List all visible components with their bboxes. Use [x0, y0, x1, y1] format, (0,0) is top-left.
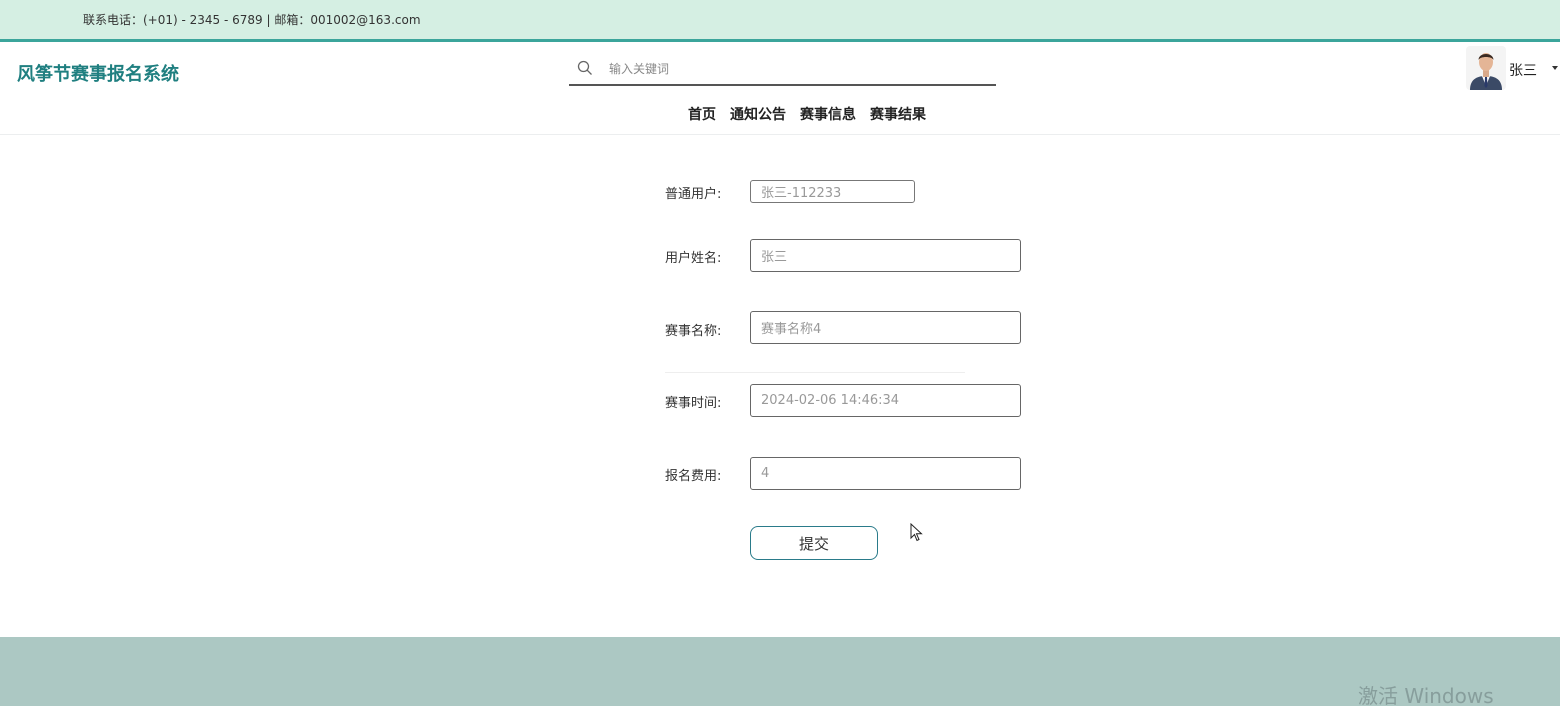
site-logo[interactable]: 风筝节赛事报名系统	[17, 60, 179, 86]
event-time-field[interactable]	[750, 384, 1021, 417]
label-event-name: 赛事名称:	[665, 324, 722, 339]
main-nav: 首页 通知公告 赛事信息 赛事结果	[688, 104, 926, 124]
label-event-time: 赛事时间:	[665, 396, 722, 411]
divider	[665, 372, 965, 373]
nav-event-results[interactable]: 赛事结果	[870, 104, 926, 124]
username[interactable]: 张三	[1509, 60, 1537, 80]
search-input[interactable]	[609, 58, 979, 80]
search-bar	[569, 54, 996, 86]
label-user-name: 用户姓名:	[665, 251, 722, 266]
nav-event-info[interactable]: 赛事信息	[800, 104, 856, 124]
nav-notices[interactable]: 通知公告	[730, 104, 786, 124]
user-account-field[interactable]	[750, 180, 915, 203]
label-user-account: 普通用户:	[665, 187, 722, 202]
label-registration-fee: 报名费用:	[665, 469, 722, 484]
nav-home[interactable]: 首页	[688, 104, 716, 124]
user-menu[interactable]: 张三	[1466, 46, 1560, 90]
footer	[0, 637, 1560, 706]
avatar[interactable]	[1466, 46, 1506, 90]
contact-info: 联系电话：(+01) - 2345 - 6789 | 邮箱：001002@163…	[83, 13, 421, 27]
submit-button[interactable]: 提交	[750, 526, 878, 560]
registration-fee-field[interactable]	[750, 457, 1021, 490]
activation-watermark: 激活 Windows	[1358, 684, 1494, 708]
caret-down-icon[interactable]	[1552, 66, 1558, 70]
search-icon[interactable]	[577, 60, 593, 76]
user-name-field[interactable]	[750, 239, 1021, 272]
header: 风筝节赛事报名系统 首页 通知公告 赛事信息 赛事结果 张三	[0, 42, 1560, 135]
event-name-field[interactable]	[750, 311, 1021, 344]
mouse-pointer-icon	[910, 523, 923, 542]
top-info-bar: 联系电话：(+01) - 2345 - 6789 | 邮箱：001002@163…	[0, 0, 1560, 42]
